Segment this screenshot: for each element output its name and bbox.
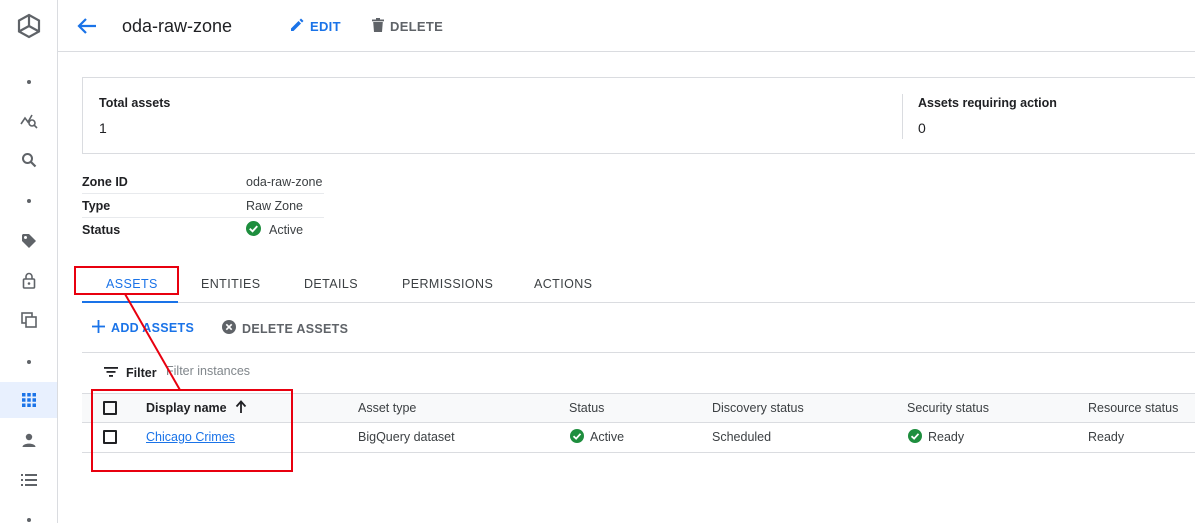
- resource-status-cell: Ready: [1088, 430, 1125, 444]
- copy-icon[interactable]: [0, 308, 57, 332]
- column-header-asset-type[interactable]: Asset type: [358, 394, 416, 422]
- dot-icon[interactable]: [0, 189, 57, 213]
- detail-row-type: Type Raw Zone: [82, 194, 324, 218]
- check-circle-icon: [246, 221, 261, 239]
- type-value: Raw Zone: [246, 198, 303, 213]
- total-assets-stat: Total assets 1: [99, 96, 170, 136]
- search-icon[interactable]: [0, 148, 57, 172]
- zone-details-list: Zone ID oda-raw-zone Type Raw Zone Statu…: [82, 170, 324, 242]
- detail-row-status: Status Active: [82, 218, 324, 242]
- left-nav-rail: [0, 0, 58, 523]
- page-title: oda-raw-zone: [122, 16, 233, 36]
- list-icon[interactable]: [0, 468, 57, 492]
- delete-button[interactable]: DELETE: [372, 18, 443, 35]
- filter-label-wrap[interactable]: Filter: [104, 366, 157, 380]
- dot-icon[interactable]: [0, 508, 57, 523]
- assets-requiring-action-label: Assets requiring action: [918, 96, 1057, 110]
- sort-ascending-icon[interactable]: [235, 400, 247, 416]
- status-value: Active: [269, 223, 304, 237]
- column-header-status[interactable]: Status: [569, 394, 604, 422]
- display-name-cell: Chicago Crimes: [146, 423, 235, 451]
- tab-permissions[interactable]: PERMISSIONS: [402, 277, 493, 291]
- cancel-circle-icon: [222, 320, 236, 337]
- column-header-resource-status[interactable]: Resource status: [1088, 394, 1178, 422]
- column-header-discovery-status[interactable]: Discovery status: [712, 394, 804, 422]
- back-arrow-icon[interactable]: [76, 15, 98, 37]
- table-row: Chicago Crimes BigQuery dataset Active S…: [82, 423, 1195, 453]
- asset-summary-card: Total assets 1 Assets requiring action 0: [82, 77, 1195, 154]
- dot-icon[interactable]: [0, 350, 57, 374]
- column-header-security-status[interactable]: Security status: [907, 394, 989, 422]
- zone-id-value: oda-raw-zone: [246, 174, 323, 189]
- filter-bar: Filter: [82, 352, 1195, 393]
- status-value-wrap: Active: [246, 221, 303, 239]
- total-assets-value: 1: [99, 120, 107, 136]
- filter-lines-icon: [104, 366, 118, 380]
- assets-requiring-action-stat: Assets requiring action 0: [918, 96, 1057, 136]
- trash-icon: [372, 18, 384, 35]
- edit-label: EDIT: [310, 19, 341, 34]
- row-checkbox-cell: [103, 423, 117, 451]
- plus-icon: [92, 320, 105, 336]
- status-text: Active: [590, 430, 625, 444]
- assets-table-header: Display name Asset type Status Discovery…: [82, 393, 1195, 423]
- page-header: oda-raw-zone EDIT DELETE: [58, 0, 1195, 52]
- dataplex-logo-icon[interactable]: [0, 13, 57, 39]
- lock-icon[interactable]: [0, 268, 57, 292]
- zone-tabs: ASSETS ENTITIES DETAILS PERMISSIONS ACTI…: [82, 266, 1195, 303]
- summary-divider: [902, 94, 903, 139]
- edit-button[interactable]: EDIT: [290, 18, 341, 35]
- filter-input[interactable]: [166, 364, 466, 378]
- person-icon[interactable]: [0, 428, 57, 452]
- analytics-icon[interactable]: [0, 108, 57, 132]
- check-circle-icon: [570, 428, 584, 446]
- status-label: Status: [82, 223, 121, 237]
- delete-label: DELETE: [390, 19, 444, 34]
- zone-id-label: Zone ID: [82, 174, 128, 189]
- tab-details[interactable]: DETAILS: [304, 277, 358, 291]
- tab-actions[interactable]: ACTIONS: [534, 277, 592, 291]
- total-assets-label: Total assets: [99, 96, 171, 110]
- asset-type-cell: BigQuery dataset: [358, 430, 455, 444]
- select-all-checkbox-cell: [103, 394, 117, 422]
- check-circle-icon: [908, 428, 922, 446]
- delete-assets-label: DELETE ASSETS: [242, 321, 349, 336]
- type-label: Type: [82, 198, 111, 213]
- tab-assets[interactable]: ASSETS: [106, 277, 158, 291]
- tag-icon[interactable]: [0, 229, 57, 253]
- assets-requiring-action-value: 0: [918, 120, 926, 136]
- security-status-text: Ready: [928, 430, 965, 444]
- add-assets-label: ADD ASSETS: [111, 321, 195, 335]
- add-assets-button[interactable]: ADD ASSETS: [92, 320, 194, 336]
- status-cell: Active: [570, 423, 624, 451]
- delete-assets-button[interactable]: DELETE ASSETS: [222, 320, 348, 337]
- tab-active-indicator: [82, 301, 178, 303]
- column-header-display-name[interactable]: Display name: [146, 394, 247, 422]
- filter-label: Filter: [126, 366, 157, 380]
- dot-icon[interactable]: [0, 70, 57, 94]
- grid-icon[interactable]: [0, 382, 57, 418]
- detail-row-zone-id: Zone ID oda-raw-zone: [82, 170, 324, 194]
- display-name-header-label: Display name: [146, 401, 227, 415]
- tab-entities[interactable]: ENTITIES: [201, 277, 260, 291]
- pencil-icon: [290, 18, 304, 35]
- select-all-checkbox[interactable]: [103, 401, 117, 415]
- row-checkbox[interactable]: [103, 430, 117, 444]
- security-status-cell: Ready: [908, 423, 964, 451]
- discovery-status-cell: Scheduled: [712, 430, 772, 444]
- asset-display-name-link[interactable]: Chicago Crimes: [146, 430, 235, 444]
